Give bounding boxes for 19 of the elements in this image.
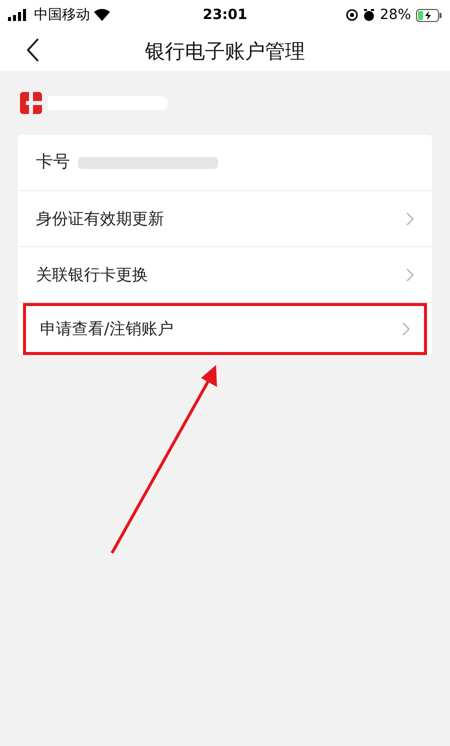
wifi-icon xyxy=(94,9,110,21)
chevron-right-icon xyxy=(402,322,410,336)
menu-item-label: 关联银行卡更换 xyxy=(36,264,148,286)
bank-logo-icon xyxy=(20,92,42,114)
menu-item[interactable]: 身份证有效期更新 xyxy=(18,191,432,247)
menu-item[interactable]: 申请查看/注销账户 xyxy=(23,303,427,355)
card-number-label: 卡号 xyxy=(36,150,70,174)
carrier-name: 中国移动 xyxy=(34,6,90,24)
page-title: 银行电子账户管理 xyxy=(145,38,305,62)
menu-item-label: 申请查看/注销账户 xyxy=(40,318,174,340)
chevron-right-icon xyxy=(406,268,414,282)
chevron-right-icon xyxy=(406,212,414,226)
menu-item-label: 身份证有效期更新 xyxy=(36,208,164,230)
menu-item[interactable]: 关联银行卡更换 xyxy=(18,247,432,303)
status-time: 23:01 xyxy=(202,6,248,22)
battery-percent: 28% xyxy=(380,6,411,24)
rotation-lock-icon xyxy=(346,9,358,21)
alarm-icon xyxy=(362,9,375,21)
battery-icon xyxy=(416,8,442,22)
